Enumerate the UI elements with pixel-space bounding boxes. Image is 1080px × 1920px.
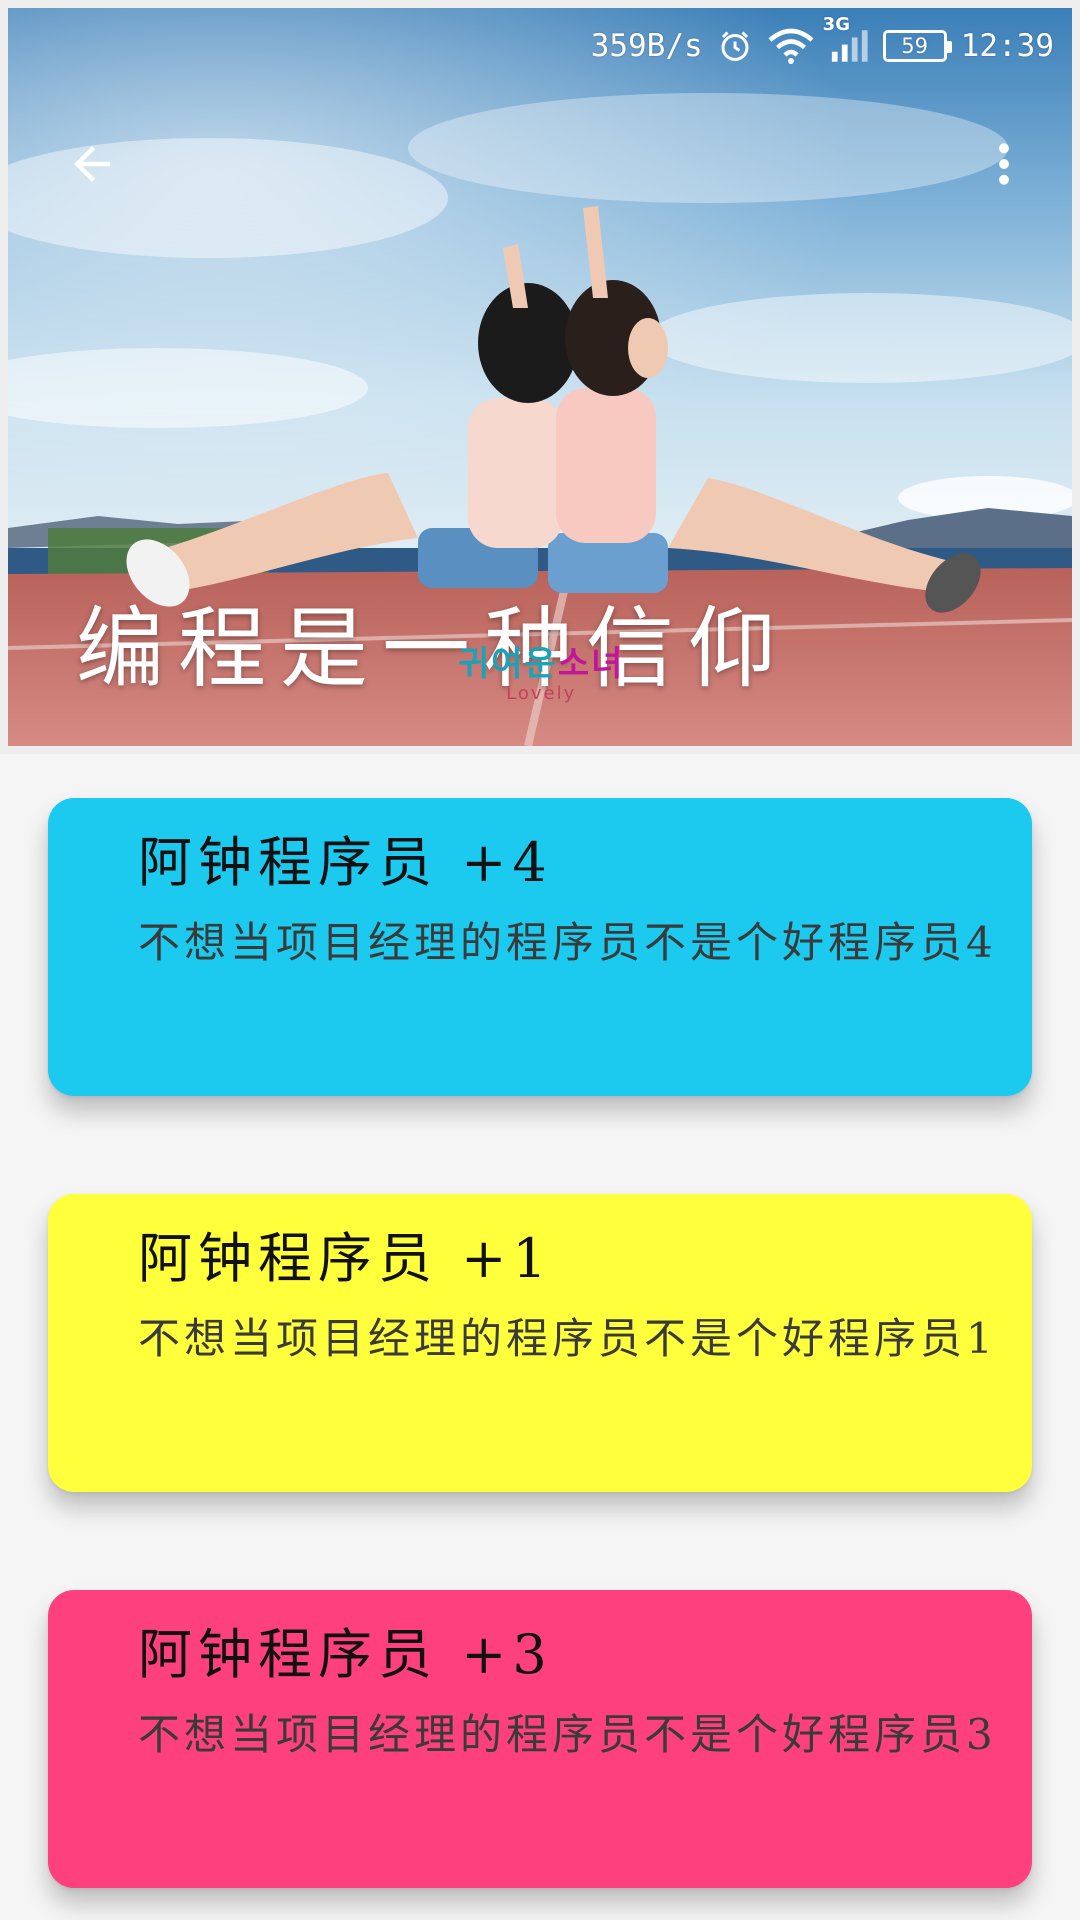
battery-level: 59: [901, 34, 929, 58]
signal-icon: 3G: [823, 14, 869, 64]
alarm-icon: [717, 28, 753, 64]
card-title: 阿钟程序员 +1: [138, 1227, 553, 1290]
card-item[interactable]: 阿钟程序员 +4 不想当项目经理的程序员不是个好程序员4: [48, 798, 1032, 1096]
wifi-icon: [767, 28, 815, 64]
clock-time: 12:39: [960, 28, 1054, 64]
card-body: 不想当项目经理的程序员不是个好程序员3: [138, 1710, 997, 1759]
image-watermark: 귀여운소녀 Lovely: [458, 636, 624, 704]
battery-icon: 59: [882, 30, 952, 62]
card-title: 阿钟程序员 +4: [138, 831, 553, 894]
card-item[interactable]: 阿钟程序员 +1 不想当项目经理的程序员不是个好程序员1: [48, 1194, 1032, 1492]
header-divider: [0, 746, 1080, 754]
card-title: 阿钟程序员 +3: [138, 1623, 553, 1686]
card-list[interactable]: 阿钟程序员 +4 不想当项目经理的程序员不是个好程序员4 阿钟程序员 +1 不想…: [0, 754, 1080, 1920]
collapsing-header: 359B/s 3G 59 12:39 编程是一种信仰 귀여운소녀 Lovely: [0, 0, 1080, 746]
header-title: 编程是一种信仰: [76, 597, 791, 700]
more-vert-icon: [999, 143, 1009, 185]
back-button[interactable]: [52, 124, 132, 204]
status-bar: 359B/s 3G 59 12:39: [590, 14, 1054, 72]
more-options-button[interactable]: [964, 124, 1044, 204]
card-item[interactable]: 阿钟程序员 +3 不想当项目经理的程序员不是个好程序员3: [48, 1590, 1032, 1888]
card-body: 不想当项目经理的程序员不是个好程序员4: [138, 918, 997, 967]
net-speed: 359B/s: [590, 28, 703, 64]
network-type: 3G: [822, 14, 850, 35]
image-overlay-text: 귀여운소녀: [458, 644, 625, 684]
card-body: 不想当项目经理的程序员不是个好程序员1: [138, 1314, 997, 1363]
image-overlay-sub: Lovely: [506, 683, 577, 704]
arrow-back-icon: [74, 146, 110, 182]
